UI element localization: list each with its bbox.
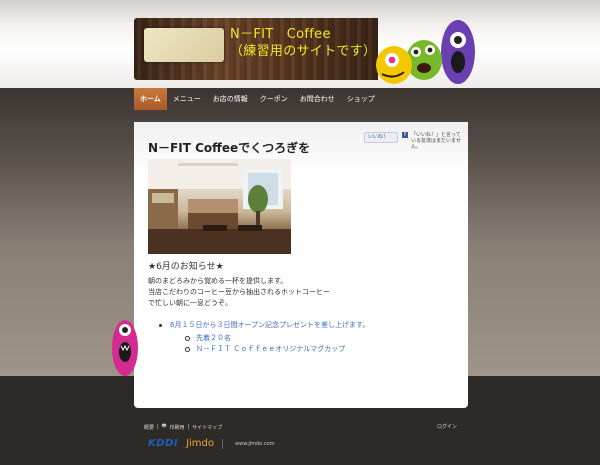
- nav-item-home[interactable]: ホーム: [134, 88, 167, 110]
- content-panel: N－FIT Coffeeでくつろぎを いいね！ f 「いいね！」と言っている友達…: [134, 122, 468, 408]
- jimdo-logo[interactable]: Jimdo: [186, 438, 214, 449]
- nav-item-store-info[interactable]: お店の情報: [207, 88, 254, 110]
- cafe-photo-graphic: [148, 159, 291, 254]
- pink-monster-illustration: [112, 320, 138, 376]
- list-item: 先着２０名: [182, 333, 456, 344]
- footer-separator: |: [187, 424, 190, 430]
- announcement-list: 6月１５日から３日間オープン記念プレゼントを差し上げます。 先着２０名 Ｎ－ＦＩ…: [156, 320, 456, 355]
- footer-link-about[interactable]: 概要: [144, 424, 154, 431]
- print-icon: 🖶: [161, 423, 167, 429]
- announcement-link[interactable]: 6月１５日から３日間オープン記念プレゼントを差し上げます。: [170, 321, 369, 329]
- monsters-illustration: [376, 20, 475, 84]
- like-prompt: 「いいね！」と言っている友達はまだいません。: [411, 132, 461, 150]
- intro-line-1: 朝のまどろみから覚める一杯を提供します。: [148, 277, 288, 285]
- sub-item-link-2[interactable]: Ｎ－ＦＩＴ Ｃｏｆｆｅｅオリジナルマグカップ: [196, 345, 345, 353]
- nav-item-shop[interactable]: ショップ: [341, 88, 381, 110]
- site-banner[interactable]: N－FIT Coffee （練習用のサイトです）: [134, 18, 378, 80]
- list-item: Ｎ－ＦＩＴ Ｃｏｆｆｅｅオリジナルマグカップ: [182, 344, 456, 355]
- nav-item-contact[interactable]: お問合わせ: [294, 88, 341, 110]
- sub-list: 先着２０名 Ｎ－ＦＩＴ Ｃｏｆｆｅｅオリジナルマグカップ: [182, 333, 456, 355]
- intro-line-2: 当店こだわりのコーヒー豆から抽出されるホットコーヒー: [148, 288, 330, 296]
- footer-separator: |: [157, 424, 159, 430]
- intro-line-3: で忙しい朝に一息どうぞ。: [148, 299, 232, 307]
- jimdo-url-link[interactable]: www.jimdo.com: [235, 441, 274, 447]
- notice-heading: ★6月のお知らせ★: [148, 262, 224, 272]
- site-title-line1: N－FIT Coffee: [230, 27, 331, 42]
- list-item: 6月１５日から３日間オープン記念プレゼントを差し上げます。 先着２０名 Ｎ－ＦＩ…: [156, 320, 456, 355]
- main-nav: ホーム メニュー お店の情報 クーポン お問合わせ ショップ: [134, 88, 381, 110]
- page-title: N－FIT Coffeeでくつろぎを: [148, 141, 311, 155]
- footer-link-print[interactable]: 印刷用: [169, 424, 184, 431]
- kddi-logo[interactable]: KDDI: [148, 438, 178, 449]
- cafe-interior-photo: [148, 159, 291, 254]
- footer-logos: KDDI Jimdo www.jimdo.com: [148, 438, 274, 449]
- banner-paper-sign: [144, 28, 224, 62]
- like-button-label: いいね！: [368, 134, 389, 140]
- site-title: N－FIT Coffee （練習用のサイトです）: [230, 26, 376, 60]
- footer-link-sitemap[interactable]: サイトマップ: [192, 424, 222, 431]
- nav-item-coupon[interactable]: クーポン: [254, 88, 294, 110]
- site-title-line2: （練習用のサイトです）: [230, 44, 377, 59]
- footer-divider: [222, 438, 224, 449]
- like-button[interactable]: いいね！: [364, 132, 398, 143]
- footer-links: 概要 | 🖶 印刷用 | サイトマップ: [144, 423, 222, 431]
- sub-item-link-1[interactable]: 先着２０名: [196, 334, 231, 342]
- login-link[interactable]: ログイン: [437, 423, 457, 430]
- intro-paragraph: 朝のまどろみから覚める一杯を提供します。 当店こだわりのコーヒー豆から抽出される…: [148, 276, 330, 309]
- nav-item-menu[interactable]: メニュー: [167, 88, 207, 110]
- facebook-icon: f: [402, 132, 408, 138]
